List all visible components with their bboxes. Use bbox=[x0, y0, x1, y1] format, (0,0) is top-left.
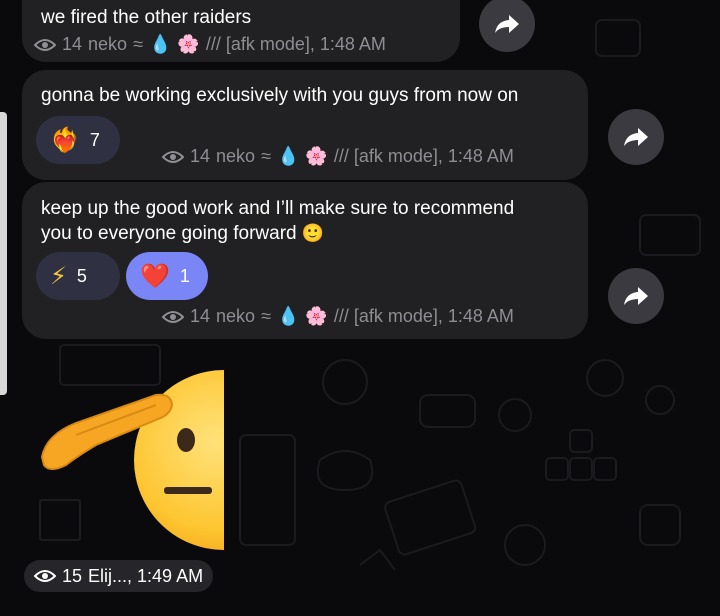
view-count: 14 bbox=[190, 306, 211, 326]
approx-icon: ≈ bbox=[133, 34, 143, 54]
approx-icon: ≈ bbox=[261, 146, 271, 166]
sender-status-time: /// [afk mode], 1:48 AM bbox=[333, 306, 514, 326]
reaction-count: 1 bbox=[179, 265, 190, 286]
eye-icon bbox=[162, 150, 184, 163]
reaction-chip[interactable]: ❤️‍🔥 7 bbox=[36, 116, 120, 164]
blossom-icon: 🌸 bbox=[305, 306, 328, 326]
message-meta: 14 neko ≈ 💧 🌸 /// [afk mode], 1:48 AM bbox=[34, 34, 386, 55]
blossom-icon: 🌸 bbox=[177, 34, 200, 54]
eye-icon bbox=[34, 570, 56, 582]
reaction-count: 5 bbox=[76, 265, 87, 286]
blossom-icon: 🌸 bbox=[305, 146, 328, 166]
sender-time: Elij..., 1:49 AM bbox=[88, 565, 204, 586]
approx-icon: ≈ bbox=[261, 306, 271, 326]
share-button[interactable] bbox=[608, 268, 664, 324]
saluting-face-sticker[interactable] bbox=[36, 365, 226, 555]
droplet-icon: 💧 bbox=[276, 306, 300, 326]
red-heart-icon: ❤️ bbox=[140, 262, 170, 290]
forward-icon bbox=[624, 128, 648, 146]
sender-name: neko bbox=[216, 306, 256, 326]
droplet-icon: 💧 bbox=[148, 34, 172, 54]
forward-icon bbox=[624, 287, 648, 305]
reaction-count: 7 bbox=[89, 129, 100, 150]
sender-name: neko bbox=[88, 34, 128, 54]
sender-name: neko bbox=[216, 146, 256, 166]
eye-icon bbox=[34, 38, 56, 51]
view-count: 14 bbox=[62, 34, 83, 54]
high-voltage-icon: ⚡ bbox=[50, 262, 67, 290]
message-text: gonna be working exclusively with you gu… bbox=[41, 85, 519, 106]
sticker-meta: 15 Elij..., 1:49 AM bbox=[24, 560, 214, 592]
message-text: keep up the good work and I’ll make sure… bbox=[41, 198, 515, 219]
view-count: 15 bbox=[62, 565, 83, 586]
heart-on-fire-icon: ❤️‍🔥 bbox=[50, 126, 80, 154]
slightly-smiling-face-icon: 🙂 bbox=[301, 223, 325, 243]
scrollbar[interactable] bbox=[0, 112, 7, 395]
message-bubble[interactable]: keep up the good work and I’ll make sure… bbox=[22, 182, 588, 339]
message-text-line-2: you to everyone going forward 🙂 bbox=[41, 221, 324, 246]
message-text: we fired the other raiders bbox=[41, 7, 252, 28]
message-meta: 14 neko ≈ 💧 🌸 /// [afk mode], 1:48 AM bbox=[162, 306, 514, 327]
reaction-chip-selected[interactable]: ❤️ 1 bbox=[126, 252, 208, 300]
forward-icon bbox=[495, 15, 519, 33]
droplet-icon: 💧 bbox=[276, 146, 300, 166]
sender-status-time: /// [afk mode], 1:48 AM bbox=[205, 34, 386, 54]
message-bubble[interactable]: gonna be working exclusively with you gu… bbox=[22, 70, 588, 180]
message-meta: 14 neko ≈ 💧 🌸 /// [afk mode], 1:48 AM bbox=[162, 146, 514, 167]
eye-icon bbox=[162, 310, 184, 323]
view-count: 14 bbox=[190, 146, 211, 166]
sender-status-time: /// [afk mode], 1:48 AM bbox=[333, 146, 514, 166]
message-bubble[interactable]: we fired the other raiders 14 neko ≈ 💧 🌸… bbox=[22, 0, 460, 62]
message-text: you to everyone going forward bbox=[41, 223, 297, 244]
reaction-chip[interactable]: ⚡ 5 bbox=[36, 252, 120, 300]
share-button[interactable] bbox=[608, 109, 664, 165]
